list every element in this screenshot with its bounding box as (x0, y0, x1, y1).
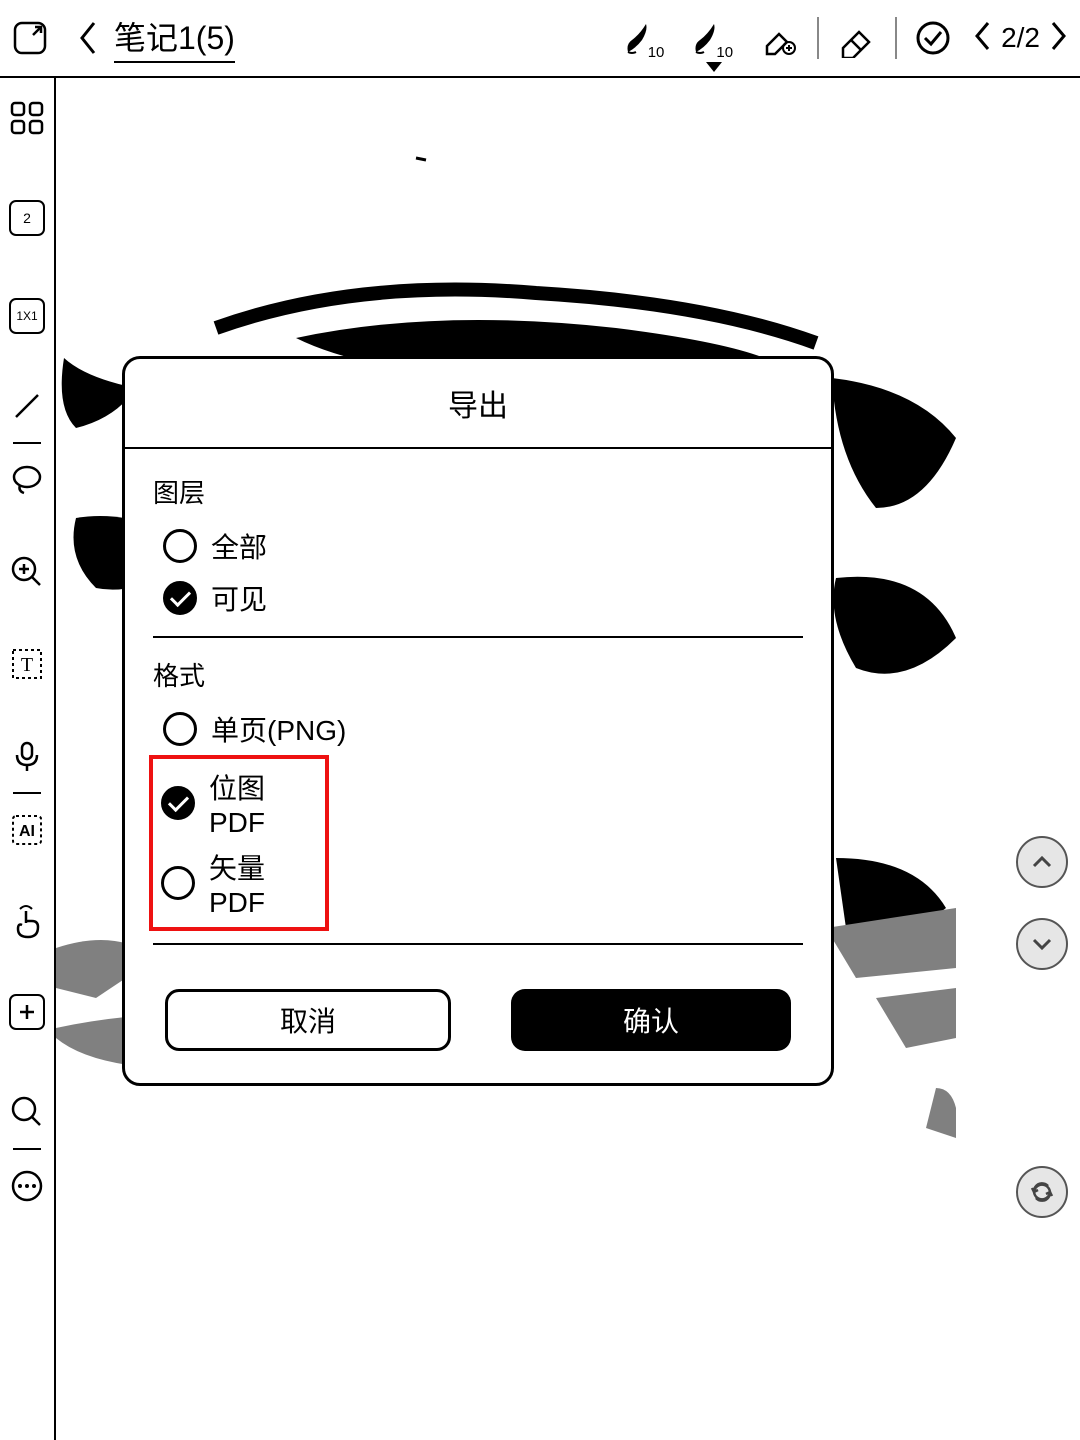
next-page-button[interactable] (1048, 19, 1070, 58)
brush-1-size: 10 (648, 44, 665, 61)
confirm-tool[interactable] (907, 10, 959, 66)
left-sidebar: 2 1X1 T AI (0, 78, 56, 1440)
divider (153, 636, 803, 638)
separator (895, 17, 897, 59)
layer-option-all[interactable]: 全部 (153, 520, 803, 572)
divider (153, 943, 803, 945)
eraser-tool[interactable] (829, 10, 885, 66)
format-section-label: 格式 (153, 656, 803, 693)
radio-label: 单页(PNG) (211, 709, 346, 749)
eraser-add-tool[interactable] (751, 10, 807, 66)
zoom-in-icon[interactable] (7, 552, 47, 592)
text-tool-icon[interactable]: T (7, 644, 47, 684)
aspect-ratio-badge[interactable]: 1X1 (9, 298, 45, 334)
layer-option-visible[interactable]: 可见 (153, 572, 803, 624)
scroll-down-button[interactable] (1016, 918, 1068, 970)
format-option-bitmap-pdf[interactable]: 位图PDF (155, 763, 323, 843)
dialog-title: 导出 (125, 359, 831, 449)
radio-label: 可见 (211, 578, 267, 618)
separator (13, 792, 41, 794)
microphone-icon[interactable] (7, 736, 47, 776)
document-title[interactable]: 笔记1(5) (114, 13, 235, 63)
grid-view-icon[interactable] (7, 98, 47, 138)
radio-checked-icon (163, 581, 197, 615)
radio-label: 全部 (211, 526, 267, 566)
layers-badge[interactable]: 2 (9, 200, 45, 236)
highlighted-selection-box: 位图PDF 矢量PDF (149, 755, 329, 931)
brush-tool-2[interactable]: 10 (682, 10, 745, 66)
add-page-icon[interactable] (9, 994, 45, 1030)
radio-label: 位图PDF (209, 767, 317, 839)
separator (13, 442, 41, 444)
brush-2-size: 10 (716, 44, 733, 61)
radio-label: 矢量PDF (209, 847, 317, 919)
fullscreen-toggle-icon[interactable] (10, 18, 50, 58)
line-tool-icon[interactable] (7, 386, 47, 426)
prev-page-button[interactable] (971, 19, 993, 58)
radio-unchecked-icon (163, 529, 197, 563)
radio-checked-icon (161, 786, 195, 820)
export-dialog: 导出 图层 全部 可见 格式 单页(PNG) 位图PDF (122, 356, 834, 1086)
brush-tool-1[interactable]: 10 (614, 10, 677, 66)
svg-text:AI: AI (19, 823, 35, 840)
back-button[interactable] (68, 19, 108, 57)
more-options-icon[interactable] (7, 1166, 47, 1206)
radio-unchecked-icon (161, 866, 195, 900)
refresh-button[interactable] (1016, 1166, 1068, 1218)
radio-unchecked-icon (163, 712, 197, 746)
ai-tool-icon[interactable]: AI (7, 810, 47, 850)
separator (13, 1148, 41, 1150)
layer-section-label: 图层 (153, 473, 803, 510)
cancel-button[interactable]: 取消 (165, 989, 451, 1051)
scroll-up-button[interactable] (1016, 836, 1068, 888)
format-option-png[interactable]: 单页(PNG) (153, 703, 803, 755)
lasso-tool-icon[interactable] (7, 460, 47, 500)
top-toolbar: 笔记1(5) 10 10 2/2 (0, 0, 1080, 78)
search-icon[interactable] (7, 1092, 47, 1132)
confirm-button[interactable]: 确认 (511, 989, 791, 1051)
touch-gesture-icon[interactable] (7, 902, 47, 942)
page-indicator[interactable]: 2/2 (1001, 22, 1040, 54)
format-option-vector-pdf[interactable]: 矢量PDF (155, 843, 323, 923)
svg-text:T: T (21, 654, 33, 676)
separator (817, 17, 819, 59)
